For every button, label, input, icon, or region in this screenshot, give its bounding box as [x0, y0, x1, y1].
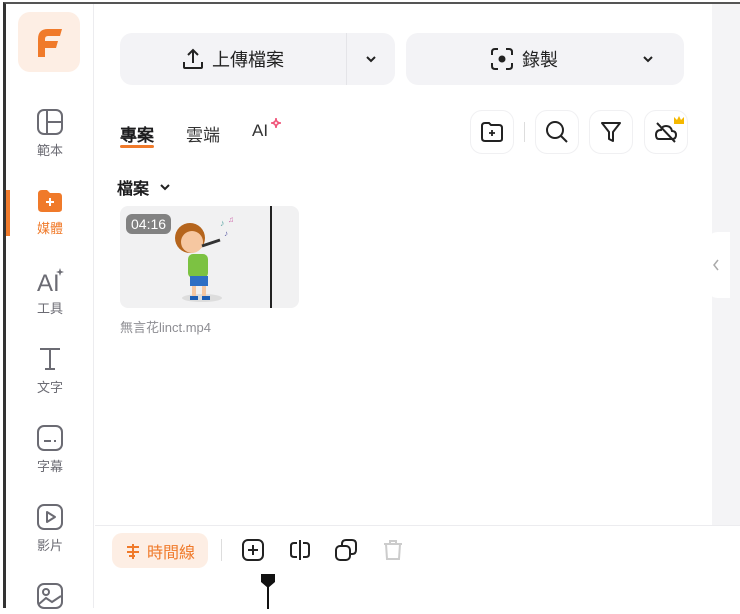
sidebar-item-label: 範本: [36, 143, 63, 158]
sidebar: 範本 媒體 AI 工具 文字 字幕 影片: [6, 4, 94, 609]
sidebar-item-label: 媒體: [36, 221, 63, 236]
filter-icon: [601, 122, 621, 142]
folder-plus-icon: [481, 122, 503, 142]
record-screen-icon: [491, 48, 513, 70]
sidebar-item-media[interactable]: 媒體: [6, 188, 94, 237]
split-icon[interactable]: [289, 539, 311, 561]
svg-text:AI: AI: [37, 270, 60, 294]
upload-button[interactable]: 上傳檔案: [120, 46, 346, 72]
search-icon: [546, 121, 568, 143]
upload-dropdown[interactable]: [347, 55, 395, 63]
chevron-down-icon: [160, 184, 170, 191]
svg-text:♫: ♫: [228, 215, 234, 224]
folder-dropdown[interactable]: 檔案: [117, 175, 171, 199]
divider: [221, 539, 222, 561]
duration-badge: 04:16: [126, 214, 172, 234]
sidebar-item-template[interactable]: 範本: [6, 108, 94, 159]
text-icon: [40, 348, 60, 370]
image-icon: [37, 583, 63, 609]
media-filename: 無言花linct.mp4: [120, 320, 212, 335]
new-folder-button[interactable]: [470, 110, 514, 154]
filter-button[interactable]: [589, 110, 633, 154]
sidebar-item-label: 字幕: [36, 459, 63, 474]
delete-icon[interactable]: [382, 539, 404, 561]
duplicate-icon[interactable]: [335, 539, 357, 561]
timeline-button[interactable]: 時間線: [112, 533, 208, 568]
upload-icon: [183, 48, 203, 69]
sidebar-item-video[interactable]: 影片: [6, 503, 94, 554]
sidebar-item-text[interactable]: 文字: [6, 345, 94, 396]
sidebar-item-ai-tools[interactable]: AI 工具: [6, 266, 94, 317]
media-thumbnail[interactable]: ♪ ♫ ♪ 04:16: [120, 206, 299, 308]
sidebar-item-label: 文字: [36, 380, 63, 395]
app-logo[interactable]: [18, 12, 80, 72]
tab-cloud[interactable]: 雲端: [186, 121, 220, 146]
upload-label: 上傳檔案: [212, 50, 284, 70]
sidebar-item-subtitle[interactable]: 字幕: [6, 424, 94, 475]
premium-crown-icon: [674, 116, 684, 124]
collapse-panel-button[interactable]: [706, 232, 730, 298]
template-icon: [37, 109, 63, 135]
sidebar-item-image[interactable]: [6, 582, 94, 614]
search-button[interactable]: [535, 110, 579, 154]
record-label: 錄製: [522, 50, 558, 70]
sidebar-item-label: 影片: [36, 538, 63, 553]
tab-underline: [120, 145, 154, 148]
subtitle-icon: [37, 425, 63, 451]
svg-text:♪: ♪: [224, 229, 228, 238]
record-button[interactable]: 錄製: [406, 33, 684, 85]
add-track-icon[interactable]: [242, 539, 264, 561]
upload-button-group: 上傳檔案: [120, 33, 395, 85]
tab-ai[interactable]: AI: [252, 117, 282, 141]
sidebar-item-label: 工具: [36, 301, 63, 316]
tab-project[interactable]: 專案: [120, 121, 154, 148]
video-icon: [37, 504, 63, 530]
ai-tools-icon: AI: [37, 268, 64, 294]
cloud-sync-off-button[interactable]: [644, 110, 688, 154]
timeline-label: 時間線: [146, 544, 195, 562]
timeline-toolbar: 時間線: [95, 525, 740, 609]
sparkle-icon: [270, 117, 282, 129]
svg-text:♪: ♪: [220, 218, 225, 228]
chevron-left-icon: [713, 259, 719, 271]
chevron-down-icon[interactable]: [642, 55, 654, 63]
divider: [524, 122, 525, 142]
timeline-icon: [126, 543, 139, 559]
app-window: [3, 2, 740, 608]
playhead-icon[interactable]: [260, 574, 276, 609]
chevron-down-icon: [366, 56, 376, 63]
media-folder-icon: [38, 190, 62, 212]
